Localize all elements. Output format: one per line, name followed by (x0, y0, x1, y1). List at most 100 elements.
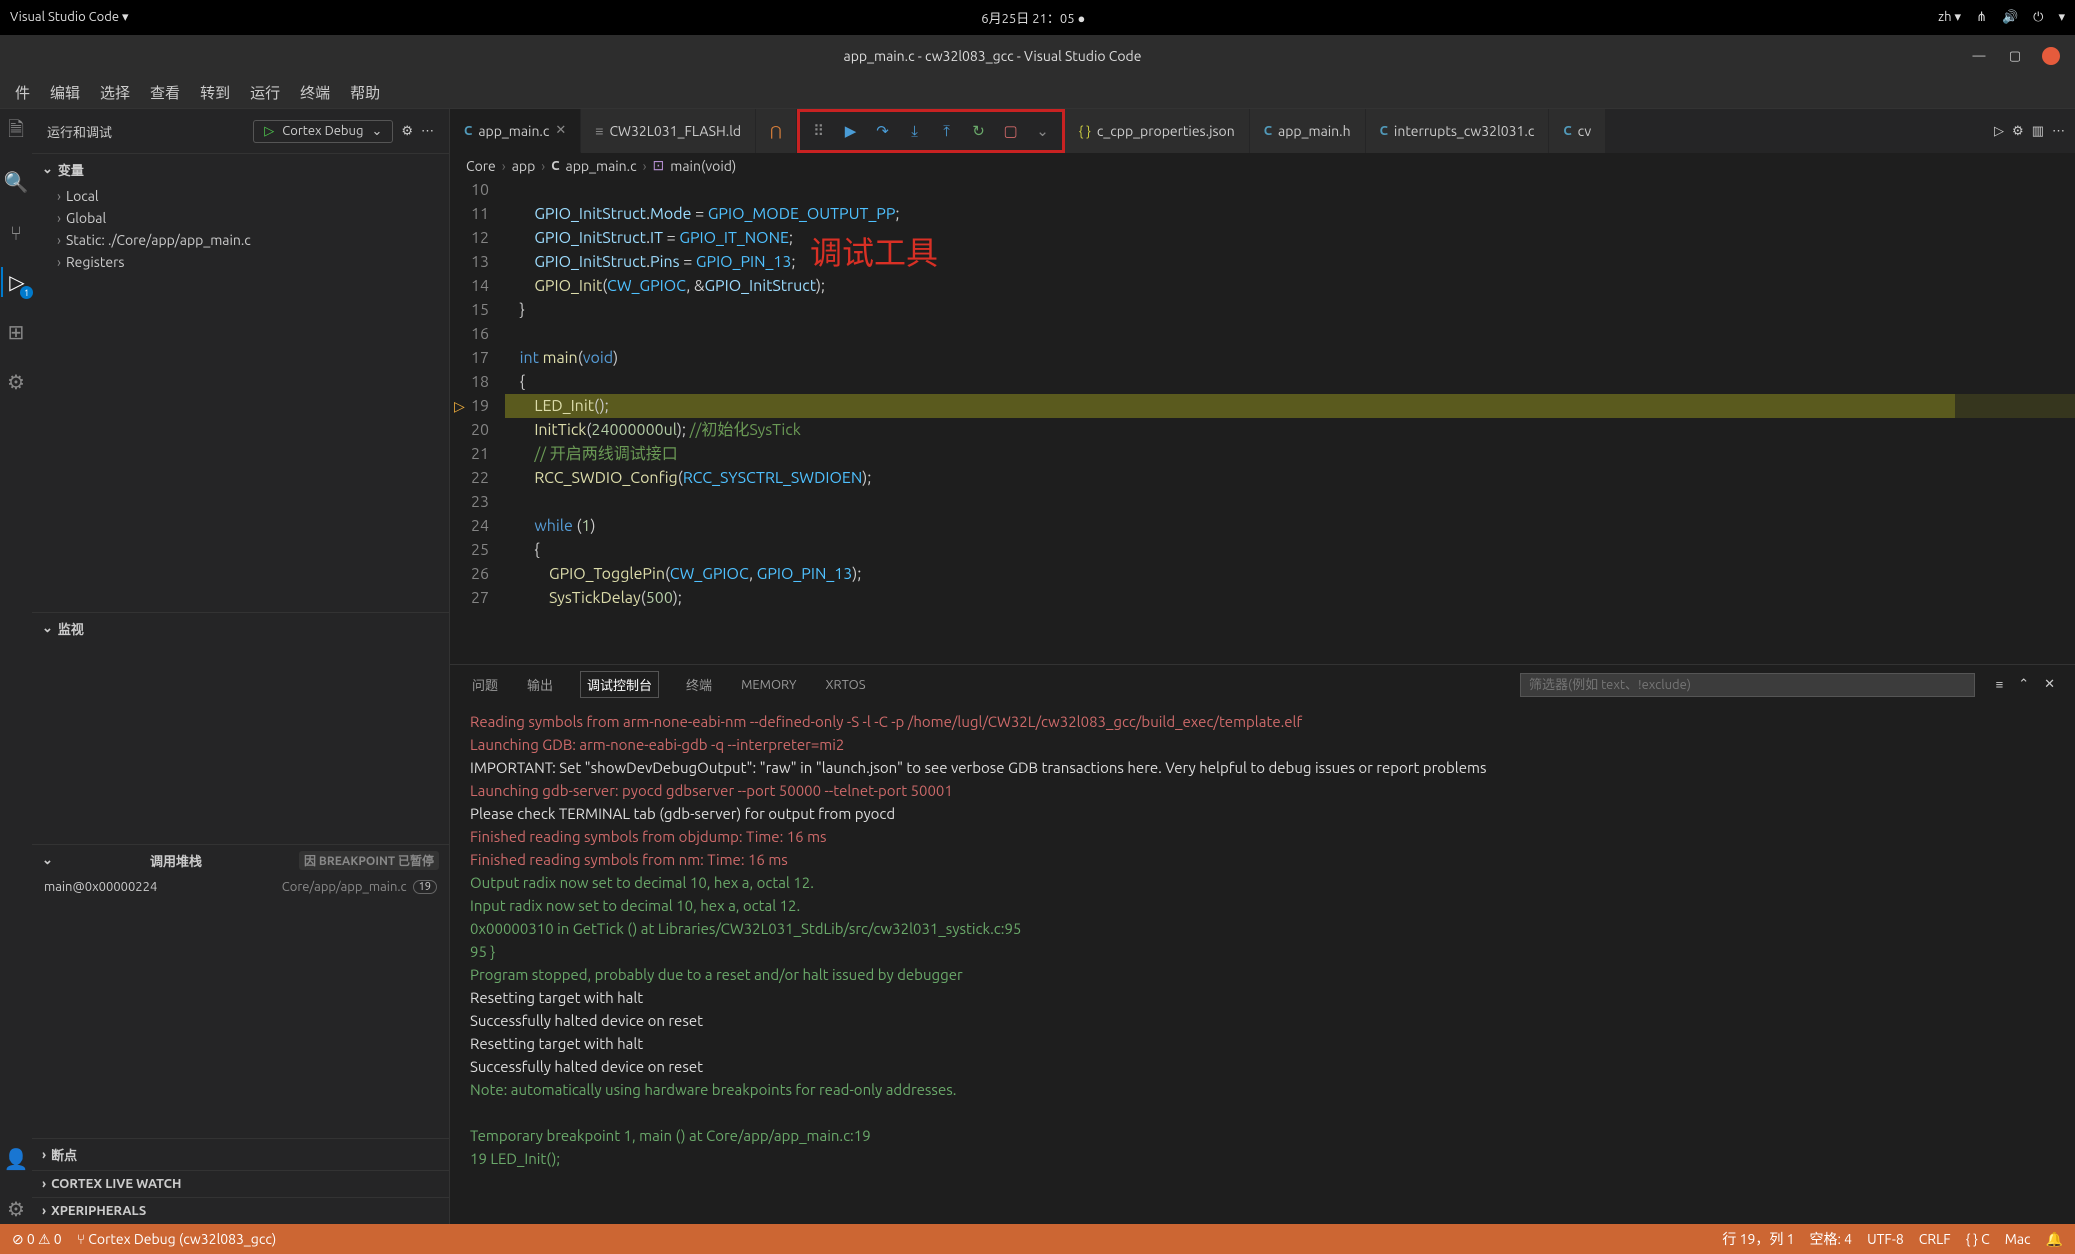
step-out-icon[interactable]: ⤒ (936, 120, 958, 142)
file-icon: C (1380, 124, 1388, 138)
stack-frame[interactable]: main@0x00000224 Core/app/app_main.c 19 (32, 876, 449, 898)
status-item[interactable]: 行 19，列 1 (1722, 1229, 1794, 1249)
tab-app_main.h[interactable]: Capp_main.h (1250, 109, 1366, 153)
panel-tab-调试控制台[interactable]: 调试控制台 (580, 671, 659, 698)
section-variables[interactable]: 变量 (32, 154, 449, 185)
var-scope-global[interactable]: Global (52, 207, 449, 229)
run-debug-icon[interactable]: ▷ (1, 267, 31, 297)
panel-filter-icon[interactable]: ≡ (1996, 677, 2004, 692)
source-control-icon[interactable]: ⑂ (1, 217, 31, 247)
bottom-panel: 问题输出调试控制台终端 MEMORY XRTOS ≡ ⌃ ✕ Reading sym… (450, 664, 2075, 1224)
minimize-button[interactable]: — (1970, 47, 1988, 65)
code-editor[interactable]: 101112131415161718192021222324252627 GPI… (450, 178, 2075, 664)
panel-tab-输出[interactable]: 输出 (525, 671, 555, 698)
run-icon[interactable]: ▷ (1994, 124, 2004, 139)
menu-查看[interactable]: 查看 (140, 78, 190, 107)
minimap[interactable] (1955, 178, 2075, 664)
breadcrumb-item[interactable]: main(void) (670, 158, 736, 174)
sidebar-title: 运行和调试 (47, 122, 112, 141)
status-item[interactable]: CRLF (1919, 1231, 1951, 1247)
menu-件[interactable]: 件 (5, 78, 40, 107)
menu-bar: 件编辑选择查看转到运行终端帮助 (0, 77, 2075, 109)
breadcrumb-item[interactable]: app_main.c (566, 158, 637, 174)
status-item[interactable]: Mac (2005, 1231, 2031, 1247)
status-item[interactable]: ⊘ 0 ⚠ 0 (12, 1231, 62, 1248)
step-over-icon[interactable]: ↷ (872, 120, 894, 142)
volume-icon[interactable]: 🔊 (2002, 10, 2018, 25)
continue-icon[interactable]: ▶ (840, 120, 862, 142)
network-icon[interactable]: ⋔ (1976, 10, 1987, 25)
app-menu-button[interactable]: Visual Studio Code ▾ (10, 10, 129, 25)
menu-转到[interactable]: 转到 (190, 78, 240, 107)
section-cortex-watch[interactable]: CORTEX LIVE WATCH (32, 1171, 449, 1197)
menu-icon[interactable]: ▾ (2058, 10, 2065, 25)
gear-icon[interactable]: ⚙ (401, 124, 413, 139)
more-icon[interactable]: ⋯ (2052, 124, 2065, 139)
close-icon[interactable]: ✕ (555, 123, 566, 138)
breadcrumb-item[interactable]: app (512, 158, 536, 174)
chevron-down-icon: ⌄ (371, 124, 382, 139)
explorer-icon[interactable]: 🗎 (1, 117, 31, 147)
menu-选择[interactable]: 选择 (90, 78, 140, 107)
activity-bar: 🗎 🔍 ⑂ ▷ ⊞ ⚙ 👤 ⚙ (0, 109, 32, 1224)
status-bar: ⊘ 0 ⚠ 0 ⑂ Cortex Debug (cw32l083_gcc) 行 1… (0, 1224, 2075, 1254)
editor-area: Capp_main.c✕≡CW32L031_FLASH.ld⋂⠿▶↷⤓⤒↻▢⌄{… (450, 109, 2075, 1224)
menu-运行[interactable]: 运行 (240, 78, 290, 107)
account-icon[interactable]: 👤 (1, 1144, 31, 1174)
var-scope-registers[interactable]: Registers (52, 251, 449, 273)
settings-icon[interactable]: ⚙ (2012, 124, 2024, 139)
panel-close-icon[interactable]: ✕ (2044, 677, 2055, 692)
panel-tab-问题[interactable]: 问题 (470, 671, 500, 698)
section-xperipherals[interactable]: XPERIPHERALS (32, 1198, 449, 1224)
tab-CW32L031_FLASH.ld[interactable]: ≡CW32L031_FLASH.ld (581, 109, 756, 153)
language-indicator[interactable]: zh ▾ (1938, 10, 1961, 25)
section-callstack[interactable]: 调用堆栈 因 breakpoint 已暂停 (32, 845, 449, 876)
more-icon[interactable]: ⌄ (1032, 120, 1054, 142)
tab-app_main.c[interactable]: Capp_main.c✕ (450, 109, 581, 153)
status-item[interactable]: UTF-8 (1867, 1231, 1904, 1247)
section-breakpoints[interactable]: 断点 (32, 1139, 449, 1170)
step-into-icon[interactable]: ⤓ (904, 120, 926, 142)
close-button[interactable] (2042, 47, 2060, 65)
panel-tab-XRTOS[interactable]: XRTOS (824, 674, 868, 696)
more-icon[interactable]: ⋯ (421, 124, 434, 139)
debug-console-output[interactable]: Reading symbols from arm-none-eabi-nm --… (450, 704, 2075, 1224)
panel-clear-icon[interactable]: ⌃ (2018, 677, 2029, 692)
status-item[interactable]: { } C (1966, 1231, 1990, 1247)
file-icon: C (464, 124, 472, 138)
bell-icon[interactable]: 🔔 (2046, 1231, 2063, 1248)
settings-icon[interactable]: ⚙ (1, 1194, 31, 1224)
extensions-icon[interactable]: ⊞ (1, 317, 31, 347)
var-scope-local[interactable]: Local (52, 185, 449, 207)
settings-sync-icon[interactable]: ⚙ (1, 367, 31, 397)
status-item[interactable]: ⑂ Cortex Debug (cw32l083_gcc) (77, 1231, 277, 1247)
restart-icon[interactable]: ↻ (968, 120, 990, 142)
tab-interrupts_cw32l031.c[interactable]: Cinterrupts_cw32l031.c (1366, 109, 1550, 153)
var-scope-static[interactable]: Static: ./Core/app/app_main.c (52, 229, 449, 251)
breadcrumb-item[interactable]: Core (466, 158, 496, 174)
play-icon: ▷ (264, 124, 274, 139)
menu-帮助[interactable]: 帮助 (340, 78, 390, 107)
split-icon[interactable]: ▥ (2032, 124, 2044, 139)
breadcrumb[interactable]: Core›app›C app_main.c›⊡ main(void) (450, 153, 2075, 178)
tab-rss[interactable]: ⋂ (756, 109, 796, 153)
search-icon[interactable]: 🔍 (1, 167, 31, 197)
power-icon[interactable]: ⏻ (2033, 10, 2043, 25)
menu-编辑[interactable]: 编辑 (40, 78, 90, 107)
tab-c_cpp_properties.json[interactable]: { }c_cpp_properties.json (1065, 109, 1250, 153)
file-icon: ⋂ (770, 123, 781, 140)
status-item[interactable]: 空格: 4 (1810, 1229, 1853, 1249)
panel-tab-MEMORY[interactable]: MEMORY (739, 674, 798, 696)
file-icon: { } (1079, 123, 1091, 139)
panel-filter-input[interactable] (1520, 673, 1975, 697)
file-icon: ≡ (595, 123, 603, 139)
system-clock: 6月25日 21：05 ● (129, 8, 1939, 27)
menu-终端[interactable]: 终端 (290, 78, 340, 107)
maximize-button[interactable]: ▢ (2006, 47, 2024, 65)
panel-tab-终端[interactable]: 终端 (684, 671, 714, 698)
tab-cv[interactable]: Ccv (1549, 109, 1606, 153)
debug-config-selector[interactable]: ▷ Cortex Debug ⌄ (253, 120, 393, 143)
section-watch[interactable]: 监视 (32, 613, 449, 644)
drag-icon[interactable]: ⠿ (808, 120, 830, 142)
stop-icon[interactable]: ▢ (1000, 120, 1022, 142)
